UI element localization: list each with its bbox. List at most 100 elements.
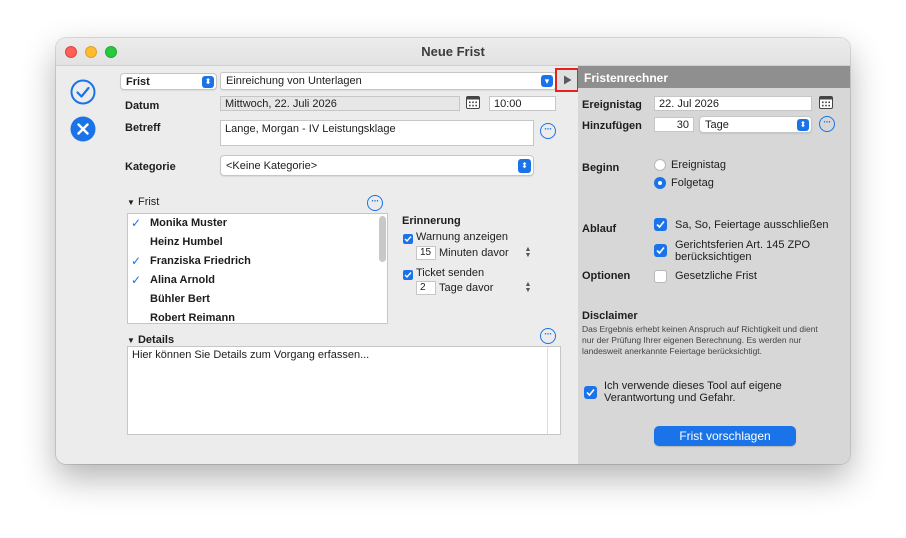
datum-label: Datum xyxy=(125,100,160,112)
person-row[interactable]: Robert Reimann xyxy=(128,309,387,324)
erinnerung-title: Erinnerung xyxy=(402,215,461,227)
select-arrows-icon: ⬍ xyxy=(518,159,531,173)
details-textarea[interactable]: Hier können Sie Details zum Vorgang erfa… xyxy=(127,346,561,435)
warnung-checkbox[interactable] xyxy=(403,234,413,244)
ticket-checkbox[interactable] xyxy=(403,270,413,280)
person-name: Heinz Humbel xyxy=(150,236,223,248)
disclaimer-text-1: Das Ergebnis erhebt keinen Anspruch auf … xyxy=(582,324,818,334)
checkmark-circle-icon[interactable] xyxy=(70,79,96,105)
panel-title: Fristenrechner xyxy=(584,71,669,85)
person-list[interactable]: ✓ Monika Muster Heinz Humbel ✓ Franziska Fri… xyxy=(127,213,388,324)
frist-more-icon[interactable]: ··· xyxy=(367,195,383,211)
details-label: Details xyxy=(137,334,175,346)
check-icon xyxy=(404,272,412,279)
radio-folgetag[interactable] xyxy=(654,177,666,189)
ablauf-gerichtsferien-checkbox[interactable] xyxy=(654,244,667,257)
fristenrechner-panel: Fristenrechner Ereignistag 22. Jul 2026 … xyxy=(578,66,850,464)
ticket-amount[interactable]: 2 xyxy=(416,281,436,295)
dialog-window: Neue Frist Frist ⬍ Einreichung von Unter… xyxy=(56,38,850,464)
checkmark-icon: ✓ xyxy=(131,254,142,268)
disclosure-down-icon: ▼ xyxy=(127,336,135,345)
person-row[interactable]: ✓ Monika Muster xyxy=(128,214,387,233)
beginn-label: Beginn xyxy=(582,162,620,174)
frist-disclosure[interactable]: ▼ Frist xyxy=(127,196,159,208)
kategorie-select[interactable]: <Keine Kategorie> ⬍ xyxy=(220,155,534,176)
person-name: Alina Arnold xyxy=(150,274,215,286)
frist-vorschlagen-button[interactable]: Frist vorschlagen xyxy=(654,426,796,446)
person-row[interactable]: Heinz Humbel xyxy=(128,233,387,252)
unit-select-value: Tage xyxy=(705,119,729,131)
details-more-icon[interactable]: ··· xyxy=(540,328,556,344)
person-row[interactable]: ✓ Franziska Friedrich xyxy=(128,252,387,271)
window-title: Neue Frist xyxy=(421,44,485,59)
textarea-divider xyxy=(547,347,548,434)
betreff-field[interactable]: Lange, Morgan - IV Leistungsklage xyxy=(220,120,534,146)
warnung-stepper[interactable]: ▲ ▼ xyxy=(524,246,532,259)
ablauf-label: Ablauf xyxy=(582,223,617,235)
check-icon xyxy=(656,246,665,255)
ticket-stepper[interactable]: ▲ ▼ xyxy=(524,281,532,294)
type-select[interactable]: Frist ⬍ xyxy=(120,73,217,90)
chevron-down-icon: ▾ xyxy=(541,75,553,87)
person-row[interactable]: Bühler Bert xyxy=(128,290,387,309)
check-icon xyxy=(404,236,412,243)
unit-select[interactable]: Tage ⬍ xyxy=(699,116,812,133)
checkmark-icon: ✓ xyxy=(131,216,142,230)
person-name: Monika Muster xyxy=(150,217,228,229)
hinzufuegen-amount[interactable]: 30 xyxy=(654,117,694,132)
task-select-value: Einreichung von Unterlagen xyxy=(226,75,362,87)
select-arrows-icon: ⬍ xyxy=(202,76,214,88)
check-icon xyxy=(586,388,595,397)
frist-section-label: Frist xyxy=(137,196,160,208)
radio-ereignistag-label: Ereignistag xyxy=(671,159,727,171)
ereignistag-field[interactable]: 22. Jul 2026 xyxy=(654,96,812,111)
ablauf-weekend-checkbox[interactable] xyxy=(654,218,667,231)
ablauf-weekend-label: Sa, So, Feiertage ausschließen xyxy=(675,219,829,231)
details-disclosure[interactable]: ▼ Details xyxy=(127,334,174,346)
warnung-label: Warnung anzeigen xyxy=(416,231,508,243)
calendar-icon[interactable] xyxy=(819,95,833,109)
person-name: Franziska Friedrich xyxy=(150,255,251,267)
disclaimer-title: Disclaimer xyxy=(582,310,638,322)
optionen-label: Optionen xyxy=(582,270,631,282)
calendar-icon[interactable] xyxy=(466,95,480,109)
gesetzliche-frist-checkbox[interactable] xyxy=(654,270,667,283)
disclaimer-text-3: landesweit anerkannte Feiertage berücksi… xyxy=(582,346,763,356)
task-select[interactable]: Einreichung von Unterlagen ▾ xyxy=(220,72,556,90)
ticket-unit: Tage davor xyxy=(439,282,494,294)
play-triangle-icon xyxy=(564,75,572,85)
kategorie-select-value: <Keine Kategorie> xyxy=(226,160,318,172)
panel-header: Fristenrechner xyxy=(578,66,850,88)
details-placeholder: Hier können Sie Details zum Vorgang erfa… xyxy=(132,349,370,361)
radio-folgetag-label: Folgetag xyxy=(671,177,714,189)
checkmark-icon: ✓ xyxy=(131,273,142,287)
title-bar: Neue Frist xyxy=(56,38,850,66)
warnung-amount[interactable]: 15 xyxy=(416,246,436,260)
x-circle-icon[interactable] xyxy=(70,116,96,142)
check-icon xyxy=(656,220,665,229)
ticket-label: Ticket senden xyxy=(416,267,485,279)
type-select-value: Frist xyxy=(126,76,150,88)
ablauf-gerichtsferien-label: Gerichtsferien Art. 145 ZPO xyxy=(675,239,811,251)
ereignistag-label: Ereignistag xyxy=(582,99,642,111)
ablauf-gerichtsferien-label-2: berücksichtigen xyxy=(675,251,752,263)
agree-label-2: Verantwortung und Gefahr. xyxy=(604,392,736,404)
hinzufuegen-label: Hinzufügen xyxy=(582,120,642,132)
disclaimer-text-2: nur der Prüfung Ihrer eigenen Berechnung… xyxy=(582,335,802,345)
datum-field[interactable]: Mittwoch, 22. Juli 2026 xyxy=(220,96,460,111)
radio-ereignistag[interactable] xyxy=(654,159,666,171)
person-name: Bühler Bert xyxy=(150,293,210,305)
calc-more-icon[interactable]: ··· xyxy=(819,116,835,132)
list-scrollbar[interactable] xyxy=(379,216,386,262)
expand-calculator-button[interactable] xyxy=(555,68,579,92)
kategorie-label: Kategorie xyxy=(125,161,176,173)
person-row[interactable]: ✓ Alina Arnold xyxy=(128,271,387,290)
time-field[interactable]: 10:00 xyxy=(489,96,556,111)
person-name: Robert Reimann xyxy=(150,312,235,324)
disclosure-down-icon: ▼ xyxy=(127,198,135,207)
select-arrows-icon: ⬍ xyxy=(797,119,809,131)
gesetzliche-frist-label: Gesetzliche Frist xyxy=(675,270,757,282)
more-options-icon[interactable]: ··· xyxy=(540,123,556,139)
agree-checkbox[interactable] xyxy=(584,386,597,399)
agree-label-1: Ich verwende dieses Tool auf eigene xyxy=(604,380,782,392)
